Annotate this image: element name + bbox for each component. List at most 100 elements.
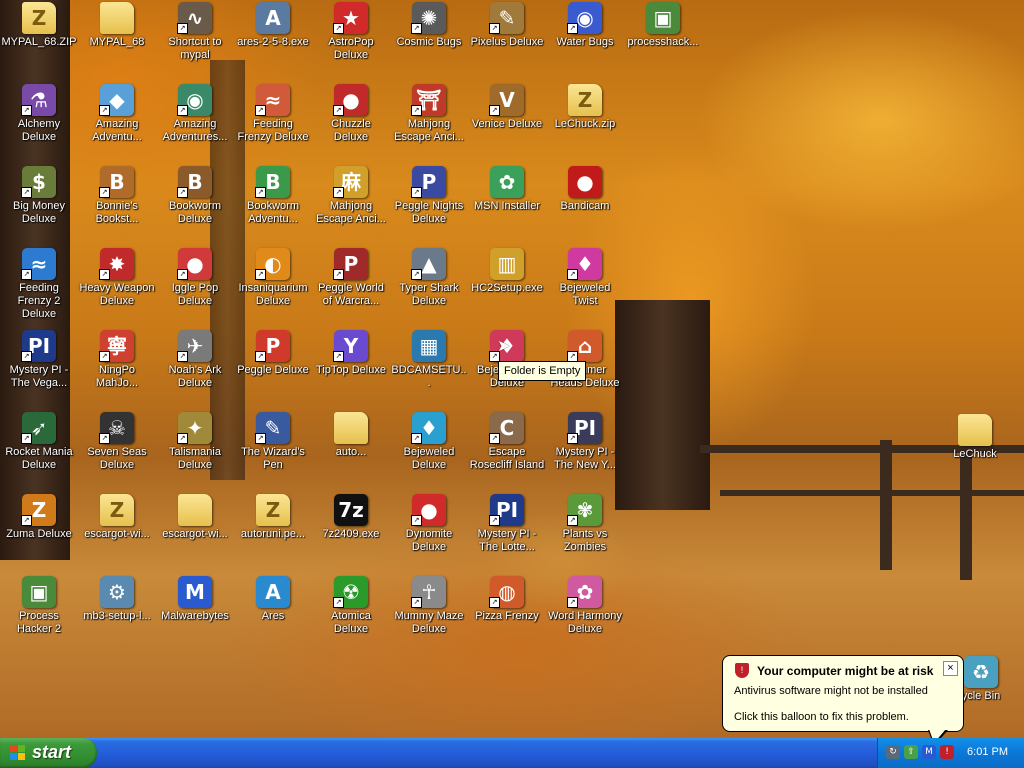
desktop-icon[interactable]: ☢ ↗ Atomica Deluxe — [312, 576, 390, 656]
desktop[interactable]: Z MYPAL_68.ZIP ⚗ ↗ Alchemy Deluxe $ ↗ Big Money… — [0, 0, 1024, 738]
desktop-icon[interactable]: ● ↗ Dynomite Deluxe — [390, 494, 468, 574]
desktop-icon-label: The Wizard's Pen — [241, 446, 305, 471]
shortcut-arrow-icon: ↗ — [411, 433, 422, 444]
desktop-icon[interactable]: LeChuck — [936, 414, 1014, 494]
desktop-icon[interactable]: ✿ MSN Installer — [468, 166, 546, 246]
shortcut-arrow-icon: ↗ — [489, 433, 500, 444]
desktop-icon[interactable]: ➶ ↗ Rocket Mania Deluxe — [0, 412, 78, 492]
desktop-icon[interactable]: Z LeChuck.zip — [546, 84, 624, 164]
balloon-action-text[interactable]: Click this balloon to fix this problem. — [734, 711, 909, 723]
desktop-icon[interactable]: ◆ ↗ Amazing Adventu... — [78, 84, 156, 164]
shortcut-arrow-icon: ↗ — [411, 515, 422, 526]
tray-malwarebytes-icon[interactable]: M — [922, 745, 936, 759]
desktop-icon[interactable]: $ ↗ Big Money Deluxe — [0, 166, 78, 246]
desktop-icon-label: Bonnie's Bookst... — [95, 200, 139, 225]
desktop-icon[interactable]: ● ↗ Chuzzle Deluxe — [312, 84, 390, 164]
desktop-icon-label: Big Money Deluxe — [13, 200, 65, 225]
desktop-icon[interactable]: ⚗ ↗ Alchemy Deluxe — [0, 84, 78, 164]
desktop-icon-label: escargot-wi... — [84, 528, 150, 540]
shortcut-arrow-icon: ↗ — [333, 187, 344, 198]
desktop-icon[interactable]: B ↗ Bonnie's Bookst... — [78, 166, 156, 246]
shortcut-arrow-icon: ↗ — [99, 269, 110, 280]
desktop-icon-label: Process Hacker 2 — [16, 610, 62, 635]
desktop-icon-label: Dynomite Deluxe — [405, 528, 453, 553]
folder-icon: Z — [256, 494, 290, 526]
desktop-icon[interactable]: Aares-2-5-8.exe — [234, 2, 312, 82]
desktop-icon[interactable]: C ↗ Escape Rosecliff Island — [468, 412, 546, 492]
desktop-icon[interactable]: ● ↗ Iggle Pop Deluxe — [156, 248, 234, 328]
desktop-icon[interactable]: ☠ ↗ Seven Seas Deluxe — [78, 412, 156, 492]
desktop-icon[interactable]: P ↗ Peggle Nights Deluxe — [390, 166, 468, 246]
desktop-icon[interactable]: ⛩ ↗ Mahjong Escape Anci... — [390, 84, 468, 164]
desktop-icon[interactable]: Zautoruni.pe... — [234, 494, 312, 574]
desktop-icon-label: Zuma Deluxe — [6, 528, 72, 540]
desktop-icon[interactable]: ★ ↗ AstroPop Deluxe — [312, 2, 390, 82]
desktop-icon[interactable]: ∿ ↗ Shortcut to mypal — [156, 2, 234, 82]
desktop-icon-label: Pizza Frenzy — [475, 610, 539, 622]
desktop-icon[interactable]: Y ↗ TipTop Deluxe — [312, 330, 390, 410]
desktop-icon[interactable]: ✈ ↗ Noah's Ark Deluxe — [156, 330, 234, 410]
tray-network-icon[interactable]: ↻ — [886, 745, 900, 759]
desktop-icon-label: Malwarebytes — [161, 610, 229, 622]
desktop-icon[interactable]: A Ares — [234, 576, 312, 656]
desktop-icon[interactable]: ≈ ↗ Feeding Frenzy 2 Deluxe — [0, 248, 78, 328]
desktop-icon[interactable]: ≈ ↗ Feeding Frenzy Deluxe — [234, 84, 312, 164]
tray-safe-remove-icon[interactable]: ⇧ — [904, 745, 918, 759]
desktop-icon[interactable]: 麻 ↗ Mahjong Escape Anci... — [312, 166, 390, 246]
balloon-tail-fill — [929, 729, 946, 738]
desktop-icon-label: Mahjong Escape Anci... — [316, 200, 386, 225]
desktop-icon[interactable]: ⚙ mb3-setup-l... — [78, 576, 156, 656]
desktop-icon[interactable]: ☥ ↗ Mummy Maze Deluxe — [390, 576, 468, 656]
desktop-icon[interactable]: ◐ ↗ Insaniquarium Deluxe — [234, 248, 312, 328]
desktop-icon[interactable]: ♦ ↗ Bejeweled Twist — [546, 248, 624, 328]
shortcut-arrow-icon: ↗ — [489, 597, 500, 608]
app-icon: 7z — [334, 494, 368, 526]
desktop-icon[interactable]: escargot-wi... — [156, 494, 234, 574]
desktop-icon[interactable]: P ↗ Peggle World of Warcra... — [312, 248, 390, 328]
balloon-close-button[interactable]: × — [943, 661, 958, 676]
security-balloon[interactable]: ! Your computer might be at risk × Antiv… — [722, 655, 964, 738]
desktop-icon-label: Pixelus Deluxe — [470, 36, 544, 48]
desktop-icon[interactable]: ◉ ↗ Amazing Adventures... — [156, 84, 234, 164]
desktop-icon[interactable]: ◉ ↗ Water Bugs — [546, 2, 624, 82]
desktop-icon[interactable]: ✺ ↗ Cosmic Bugs — [390, 2, 468, 82]
desktop-icon[interactable]: ▣ Process Hacker 2 — [0, 576, 78, 656]
desktop-icon-label: AstroPop Deluxe — [328, 36, 374, 61]
desktop-icon[interactable]: PI ↗ Mystery PI - The New Y... — [546, 412, 624, 492]
desktop-icon[interactable]: ▲ ↗ Typer Shark Deluxe — [390, 248, 468, 328]
desktop-icon[interactable]: ◍ ↗ Pizza Frenzy — [468, 576, 546, 656]
desktop-icon[interactable]: M Malwarebytes — [156, 576, 234, 656]
desktop-icon[interactable]: ▣ processhack... — [624, 2, 702, 82]
desktop-icon[interactable]: B ↗ Bookworm Deluxe — [156, 166, 234, 246]
desktop-icon[interactable]: ✿ ↗ Word Harmony Deluxe — [546, 576, 624, 656]
desktop-icon[interactable]: 寧 ↗ NingPo MahJo... — [78, 330, 156, 410]
shortcut-arrow-icon: ↗ — [567, 515, 578, 526]
app-icon: A — [256, 2, 290, 34]
desktop-icon[interactable]: ✸ ↗ Heavy Weapon Deluxe — [78, 248, 156, 328]
tray-security-shield-icon[interactable]: ! — [940, 745, 954, 759]
desktop-icon[interactable]: Zescargot-wi... — [78, 494, 156, 574]
desktop-icon-label: processhack... — [627, 36, 699, 48]
desktop-icon[interactable]: PI ↗ Mystery PI - The Vega... — [0, 330, 78, 410]
desktop-icon[interactable]: ▥ HC2Setup.exe — [468, 248, 546, 328]
desktop-icon[interactable]: ✎ ↗ Pixelus Deluxe — [468, 2, 546, 82]
desktop-icon[interactable]: 7z 7z2409.exe — [312, 494, 390, 574]
desktop-icon[interactable]: ✦ ↗ Talismania Deluxe — [156, 412, 234, 492]
desktop-icon[interactable]: P ↗ Peggle Deluxe — [234, 330, 312, 410]
start-button[interactable]: start — [0, 738, 97, 768]
desktop-icon[interactable]: Z ↗ Zuma Deluxe — [0, 494, 78, 574]
desktop-icon[interactable]: ✎ ↗ The Wizard's Pen — [234, 412, 312, 492]
desktop-icon[interactable]: ▦ BDCAMSETU... — [390, 330, 468, 410]
desktop-icon[interactable]: auto... — [312, 412, 390, 492]
desktop-icon[interactable]: V ↗ Venice Deluxe — [468, 84, 546, 164]
shortcut-arrow-icon: ↗ — [99, 187, 110, 198]
desktop-icon[interactable]: ♦ ↗ Bejeweled Deluxe — [390, 412, 468, 492]
desktop-icon[interactable]: ● Bandicam — [546, 166, 624, 246]
desktop-icon[interactable]: ✾ ↗ Plants vs Zombies — [546, 494, 624, 574]
clock[interactable]: 6:01 PM — [967, 746, 1008, 758]
desktop-icon[interactable]: Z MYPAL_68.ZIP — [0, 2, 78, 82]
desktop-icon-label: Feeding Frenzy 2 Deluxe — [17, 282, 61, 320]
desktop-icon[interactable]: MYPAL_68 — [78, 2, 156, 82]
desktop-icon[interactable]: PI ↗ Mystery PI - The Lotte... — [468, 494, 546, 574]
desktop-icon[interactable]: B ↗ Bookworm Adventu... — [234, 166, 312, 246]
